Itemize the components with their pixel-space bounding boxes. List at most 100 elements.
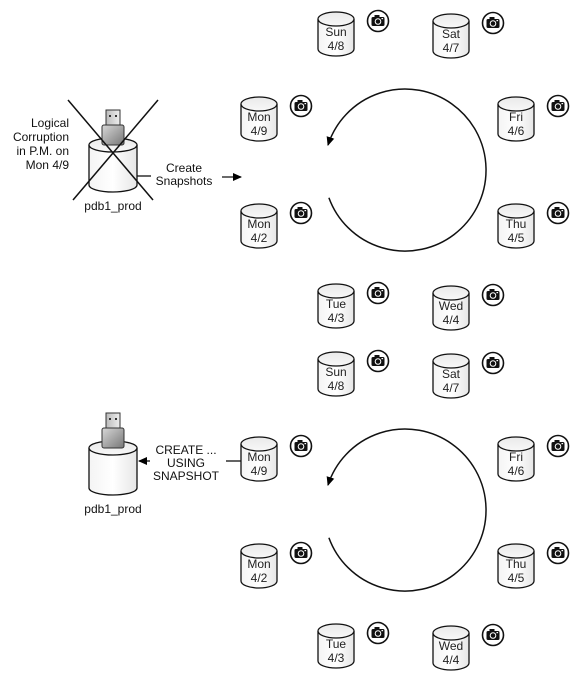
database-cylinder-icon <box>88 137 138 193</box>
snapshot-date: 4/7 <box>443 381 460 395</box>
cylinder-top <box>497 203 535 219</box>
cylinder-top <box>317 283 355 299</box>
create-using-snapshot-label: CREATE ...USINGSNAPSHOT <box>153 443 220 483</box>
snapshot-date: 4/8 <box>328 39 345 53</box>
camera-icon <box>481 623 505 647</box>
camera-icon <box>289 201 313 225</box>
cylinder-top <box>240 436 278 452</box>
snapshot-date: 4/8 <box>328 379 345 393</box>
snapshot-date: 4/9 <box>251 124 268 138</box>
snapshot-date: 4/3 <box>328 311 345 325</box>
snapshot-wed-4-4: Wed4/4 <box>432 283 505 331</box>
snapshot-day: Tue <box>326 637 347 651</box>
snapshot-date: 4/2 <box>251 231 268 245</box>
camera-icon <box>546 94 570 118</box>
panel-restore: Sun4/8Sat4/7Mon4/9Fri4/6Mon4/2Thu4/5Tue4… <box>84 349 570 671</box>
database-cylinder-icon <box>88 440 138 496</box>
snapshot-day: Tue <box>326 297 347 311</box>
snapshot-thu-4-5: Thu4/5 <box>497 201 570 249</box>
pdb-database: pdb1_prod <box>67 99 159 213</box>
action-label-line: CREATE ... <box>155 443 216 457</box>
snapshot-day: Sat <box>442 367 461 381</box>
snapshot-tue-4-3: Tue4/3 <box>317 281 390 329</box>
snapshot-mon-4-2: Mon4/2 <box>240 201 313 249</box>
cylinder-top <box>317 623 355 639</box>
snapshot-mon-4-2: Mon4/2 <box>240 541 313 589</box>
cylinder-top <box>432 625 470 641</box>
create-snapshots-label: CreateSnapshots <box>156 161 213 188</box>
cylinder-top <box>240 96 278 112</box>
rotation-cycle-arrow <box>326 88 487 252</box>
cylinder-top <box>497 543 535 559</box>
camera-icon <box>289 434 313 458</box>
snapshot-date: 4/3 <box>328 651 345 665</box>
snapshot-day: Fri <box>509 110 523 124</box>
snapshot-day: Sun <box>325 25 346 39</box>
snapshot-day: Thu <box>506 217 527 231</box>
snapshot-sun-4-8: Sun4/8 <box>317 9 390 57</box>
snapshot-day: Wed <box>439 639 463 653</box>
camera-icon <box>366 9 390 33</box>
snapshot-day: Mon <box>247 557 270 571</box>
cylinder-top <box>240 203 278 219</box>
snapshot-date: 4/2 <box>251 571 268 585</box>
pdb-name-label: pdb1_prod <box>84 199 141 213</box>
snapshot-day: Sat <box>442 27 461 41</box>
cylinder-top <box>432 13 470 29</box>
snapshot-carousel-diagram: Sun4/8Sat4/7Mon4/9Fri4/6Mon4/2Thu4/5Tue4… <box>13 9 570 671</box>
pdb-database: pdb1_prod <box>84 412 142 516</box>
snapshot-day: Mon <box>247 110 270 124</box>
snapshot-day: Sun <box>325 365 346 379</box>
snapshot-day: Wed <box>439 299 463 313</box>
snapshot-sat-4-7: Sat4/7 <box>432 11 505 59</box>
snapshot-mon-4-9: Mon4/9 <box>240 434 313 482</box>
corruption-note-line: Mon 4/9 <box>26 158 70 172</box>
action-label-line: SNAPSHOT <box>153 469 220 483</box>
rotation-cycle-arrow <box>326 428 487 592</box>
cylinder-top <box>432 353 470 369</box>
camera-icon <box>289 94 313 118</box>
camera-icon <box>366 621 390 645</box>
snapshot-date: 4/9 <box>251 464 268 478</box>
snapshot-thu-4-5: Thu4/5 <box>497 541 570 589</box>
snapshot-tue-4-3: Tue4/3 <box>317 621 390 669</box>
cylinder-top <box>497 436 535 452</box>
action-label-line: Snapshots <box>156 174 213 188</box>
panel-corruption: Sun4/8Sat4/7Mon4/9Fri4/6Mon4/2Thu4/5Tue4… <box>13 9 570 331</box>
snapshot-date: 4/6 <box>508 464 525 478</box>
snapshot-day: Fri <box>509 450 523 464</box>
snapshot-date: 4/4 <box>443 653 460 667</box>
camera-icon <box>546 434 570 458</box>
camera-icon <box>366 349 390 373</box>
snapshot-fri-4-6: Fri4/6 <box>497 434 570 482</box>
snapshot-sun-4-8: Sun4/8 <box>317 349 390 397</box>
snapshot-sat-4-7: Sat4/7 <box>432 351 505 399</box>
usb-drive-icon <box>101 412 125 449</box>
action-label-line: Create <box>166 161 202 175</box>
snapshot-date: 4/7 <box>443 41 460 55</box>
corruption-note: LogicalCorruptionin P.M. onMon 4/9 <box>13 116 69 172</box>
camera-icon <box>546 201 570 225</box>
camera-icon <box>546 541 570 565</box>
camera-icon <box>481 283 505 307</box>
snapshot-day: Mon <box>247 450 270 464</box>
corruption-note-line: Logical <box>31 116 69 130</box>
snapshot-date: 4/6 <box>508 124 525 138</box>
snapshot-wed-4-4: Wed4/4 <box>432 623 505 671</box>
camera-icon <box>481 351 505 375</box>
snapshot-day: Thu <box>506 557 527 571</box>
snapshot-fri-4-6: Fri4/6 <box>497 94 570 142</box>
cylinder-top <box>432 285 470 301</box>
corruption-note-line: in P.M. on <box>17 144 69 158</box>
usb-drive-icon <box>101 109 125 146</box>
cylinder-top <box>497 96 535 112</box>
snapshot-date: 4/4 <box>443 313 460 327</box>
corruption-note-line: Corruption <box>13 130 69 144</box>
cylinder-top <box>317 351 355 367</box>
cylinder-top <box>240 543 278 559</box>
camera-icon <box>366 281 390 305</box>
action-label-line: USING <box>167 456 205 470</box>
snapshot-day: Mon <box>247 217 270 231</box>
snapshot-mon-4-9: Mon4/9 <box>240 94 313 142</box>
snapshot-date: 4/5 <box>508 571 525 585</box>
